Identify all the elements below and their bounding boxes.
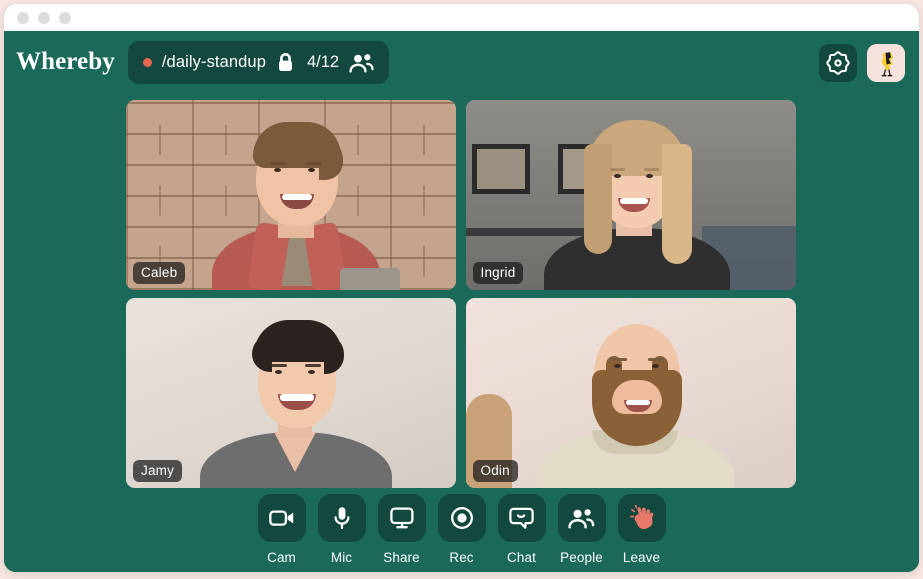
- microphone-button[interactable]: [317, 494, 366, 542]
- chat-button[interactable]: [497, 494, 546, 542]
- toolbar-item-leave[interactable]: Leave: [617, 494, 666, 565]
- whereby-logo: Whereby: [16, 47, 115, 75]
- toolbar-item-mic[interactable]: Mic: [317, 494, 366, 565]
- toolbar-item-chat[interactable]: Chat: [497, 494, 546, 565]
- leave-button[interactable]: [617, 494, 666, 542]
- camera-button[interactable]: [257, 494, 306, 542]
- room-info-pill[interactable]: /daily-standup 4/12: [127, 41, 390, 84]
- toolbar-item-rec[interactable]: Rec: [437, 494, 486, 565]
- toolbar-label: Cam: [267, 550, 296, 565]
- user-avatar-button[interactable]: [867, 43, 905, 82]
- lock-icon: [276, 52, 295, 73]
- people-button[interactable]: [557, 494, 606, 542]
- app-header: Whereby /daily-standup 4/12: [4, 31, 919, 94]
- participant-count-label: 4/12: [307, 53, 340, 71]
- people-icon: [568, 508, 595, 528]
- waving-hand-icon: [629, 505, 653, 530]
- video-grid: Caleb Ingrid Jamy Odin: [4, 94, 919, 488]
- participant-name-badge: Odin: [472, 460, 518, 482]
- video-tile[interactable]: Odin: [465, 298, 796, 488]
- monitor-icon: [389, 507, 414, 529]
- toolbar-label: Chat: [507, 550, 536, 565]
- microphone-icon: [334, 507, 349, 530]
- share-screen-button[interactable]: [377, 494, 426, 542]
- record-icon: [450, 507, 473, 529]
- toolbar-label: Leave: [622, 550, 661, 565]
- whereby-app: Whereby /daily-standup 4/12 Caleb Ingrid…: [4, 31, 919, 572]
- window-titlebar: [4, 4, 919, 31]
- video-tile[interactable]: Jamy: [126, 298, 456, 488]
- toolbar-label: Rec: [449, 550, 474, 565]
- meeting-toolbar: Cam Mic Share Rec Chat People Leave: [4, 488, 919, 572]
- video-tile[interactable]: Caleb: [126, 100, 456, 290]
- participant-video: [465, 298, 796, 488]
- video-tile[interactable]: Ingrid: [465, 100, 796, 290]
- room-name-label: /daily-standup: [161, 53, 266, 71]
- participant-name-badge: Jamy: [133, 460, 183, 482]
- maximize-button[interactable]: [59, 11, 71, 24]
- people-icon: [349, 53, 374, 73]
- toolbar-label: Share: [383, 550, 420, 565]
- toolbar-label: Mic: [330, 550, 353, 565]
- recording-dot-icon: [142, 58, 152, 67]
- chat-bubble-icon: [509, 507, 534, 529]
- toolbar-item-cam[interactable]: Cam: [257, 494, 306, 565]
- gear-icon: [826, 50, 850, 75]
- camera-icon: [268, 510, 293, 526]
- toolbar-item-people[interactable]: People: [557, 494, 606, 565]
- browser-window: Whereby /daily-standup 4/12 Caleb Ingrid…: [4, 4, 919, 572]
- participant-name-badge: Caleb: [133, 262, 186, 284]
- minimize-button[interactable]: [38, 11, 50, 24]
- avatar-icon: [867, 43, 905, 82]
- close-button[interactable]: [17, 11, 29, 24]
- settings-button[interactable]: [819, 43, 857, 82]
- toolbar-item-share[interactable]: Share: [377, 494, 426, 565]
- participant-name-badge: Ingrid: [472, 262, 524, 284]
- record-button[interactable]: [437, 494, 486, 542]
- toolbar-label: People: [560, 550, 603, 565]
